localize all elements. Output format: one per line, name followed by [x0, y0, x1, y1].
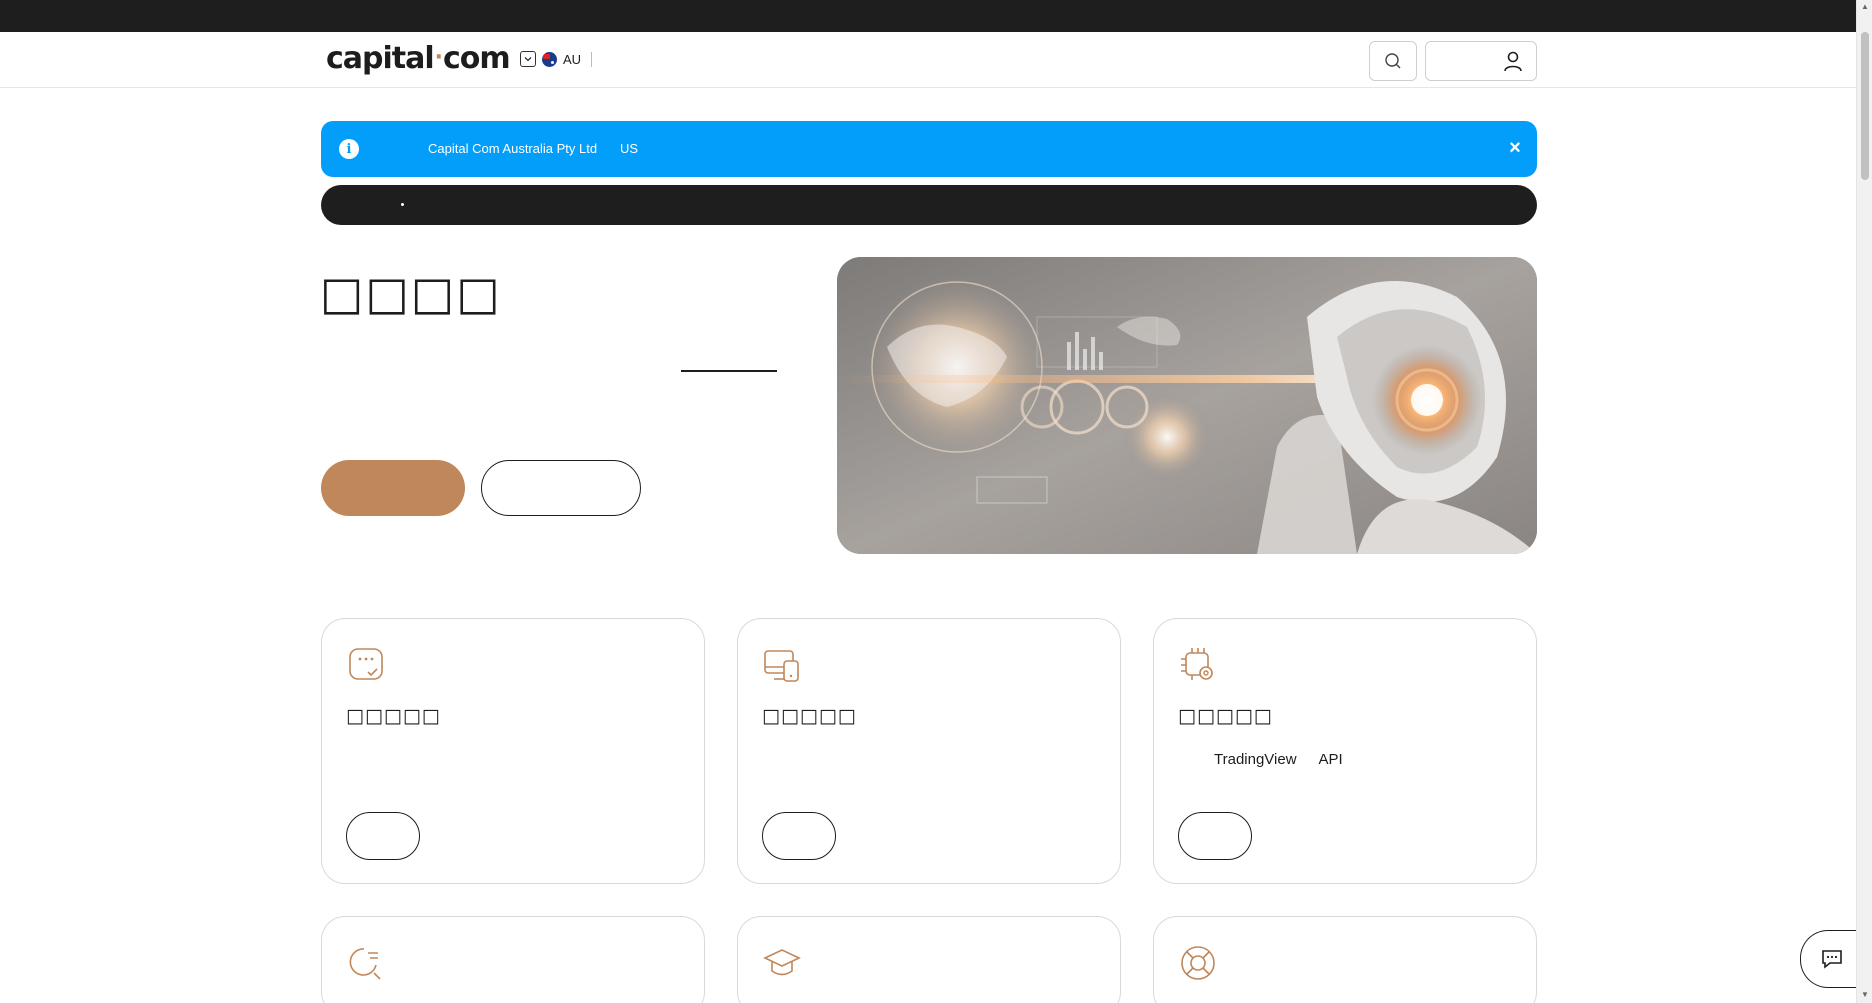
bullet: [401, 203, 404, 206]
hero-ai-robot-image: [837, 257, 1537, 554]
user-icon: [1504, 51, 1522, 72]
scrollbar-thumb[interactable]: [1861, 32, 1869, 180]
scroll-up-arrow[interactable]: ▲: [1860, 2, 1870, 12]
feature-card[interactable]: □□□□□: [737, 618, 1121, 884]
capital-com-logo[interactable]: capital·com: [326, 41, 511, 76]
hero-title: □□□□: [320, 266, 502, 320]
chip-gear-icon: [1181, 648, 1213, 680]
notice-country: US: [620, 141, 639, 156]
hero-link-underline[interactable]: [681, 370, 777, 372]
scroll-down-arrow[interactable]: ▼: [1860, 990, 1870, 1000]
top-strip: [0, 0, 1872, 32]
feature-card[interactable]: [737, 916, 1121, 1003]
divider: [591, 51, 593, 67]
region-code: AU: [563, 51, 582, 67]
info-icon: i: [339, 139, 359, 159]
page-scrollbar[interactable]: ▲ ▼: [1856, 0, 1872, 1003]
notice-entity: Capital Com Australia Pty Ltd: [428, 141, 598, 156]
devices-icon: [764, 650, 799, 682]
australia-flag-icon: [542, 51, 557, 67]
api-label: API: [1318, 751, 1343, 768]
search-button[interactable]: [1369, 41, 1417, 81]
region-selector[interactable]: AU: [520, 51, 593, 67]
chevron-down-icon: [520, 51, 536, 67]
feature-card[interactable]: □□□□□: [321, 618, 705, 884]
feature-card[interactable]: [321, 916, 705, 1003]
card-button[interactable]: [762, 812, 836, 860]
card-title: □□□□□: [762, 705, 857, 727]
account-button[interactable]: [1425, 41, 1537, 81]
lifebuoy-icon: [1181, 946, 1215, 980]
feature-card[interactable]: [1153, 916, 1537, 1003]
chat-icon: [1821, 950, 1842, 969]
card-button[interactable]: [346, 812, 420, 860]
hero-secondary-button[interactable]: [481, 460, 641, 516]
search-icon: [1385, 53, 1401, 69]
site-header: capital·com AU: [0, 32, 1856, 88]
close-icon[interactable]: ×: [1504, 137, 1526, 159]
card-description: TradingView API: [1178, 751, 1343, 768]
tradingview-label: TradingView: [1214, 751, 1297, 768]
search-chart-icon: [349, 948, 381, 980]
announcement-bar[interactable]: [321, 185, 1537, 225]
chat-check-icon: [349, 648, 383, 680]
graduation-cap-icon: [763, 949, 801, 976]
card-title: □□□□□: [1178, 705, 1273, 727]
card-button[interactable]: [1178, 812, 1252, 860]
feature-card[interactable]: □□□□□ TradingView API: [1153, 618, 1537, 884]
card-title: □□□□□: [346, 705, 441, 727]
hero-primary-button[interactable]: [321, 460, 465, 516]
regulatory-notice-banner: i Capital Com Australia Pty Ltd US ×: [321, 121, 1537, 177]
